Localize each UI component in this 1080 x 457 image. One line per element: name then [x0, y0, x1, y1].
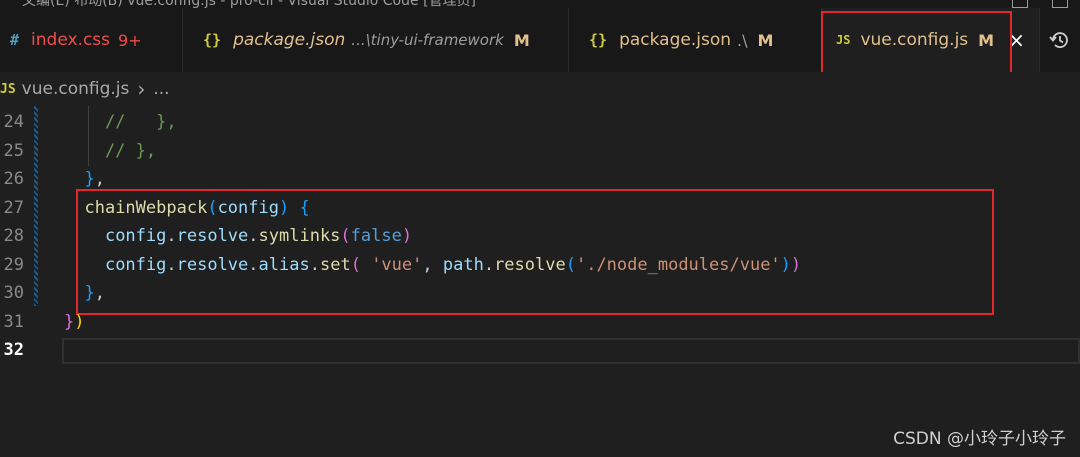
code-token: .	[309, 254, 320, 275]
code-token: path	[442, 254, 484, 275]
line-number: 31	[3, 311, 24, 332]
code-token: (	[340, 226, 351, 246]
active-tab-highlight-box	[821, 11, 1012, 78]
tab-path-description: .\	[737, 30, 748, 50]
css-file-icon: #	[10, 31, 20, 49]
code-token: .	[166, 254, 177, 275]
line-number: 32	[3, 340, 24, 360]
line-number: 28	[3, 226, 24, 246]
code-token: }	[64, 311, 75, 332]
code-token: )	[790, 254, 802, 275]
js-file-icon: JS	[0, 81, 16, 97]
code-token: )	[74, 311, 85, 332]
modified-marker: M	[513, 30, 530, 50]
code-token: .	[248, 254, 259, 275]
code-token: alias	[258, 254, 310, 275]
code-token: )	[780, 254, 791, 275]
code-token: {	[299, 197, 310, 218]
problem-count-badge: 9+	[118, 30, 142, 50]
code-token: resolve	[176, 254, 249, 275]
code-token: .	[483, 254, 495, 275]
code-token: resolve	[494, 254, 566, 275]
json-file-icon: {}	[203, 31, 222, 49]
chevron-right-icon: ›	[137, 77, 146, 101]
layout-icon-2[interactable]	[1052, 0, 1068, 8]
tab-package-json-root[interactable]: {} package.json .\ M	[569, 8, 822, 72]
code-token: }	[84, 283, 95, 303]
line-number: 26	[3, 169, 24, 189]
tab-label: index.css	[31, 30, 111, 50]
tab-label: package.json	[619, 30, 731, 50]
window-title: 文编(E) 布动(B) vue.config.js - pro-cli - Vi…	[22, 0, 476, 8]
code-token: chainWebpack	[84, 197, 208, 218]
breadcrumb-file[interactable]: vue.config.js	[22, 79, 130, 99]
code-token: }	[84, 169, 95, 189]
code-token: .	[248, 226, 259, 246]
code-line[interactable]: // },	[64, 141, 156, 161]
code-token: false	[350, 226, 402, 246]
code-token: symlinks	[258, 226, 341, 246]
code-token: )	[401, 226, 413, 246]
code-token: config	[104, 226, 167, 246]
code-token: )	[278, 197, 290, 218]
tab-bar: # index.css 9+ {} package.json ...\tiny-…	[0, 8, 1080, 78]
code-token: resolve	[176, 226, 249, 246]
code-line[interactable]: },	[64, 169, 105, 189]
line-number: 27	[3, 197, 24, 218]
history-icon[interactable]	[1040, 8, 1080, 72]
code-token: // },	[64, 112, 177, 132]
code-token: // },	[64, 140, 157, 161]
line-number: 30	[3, 283, 24, 303]
breadcrumb-symbol[interactable]: ...	[153, 79, 169, 99]
tab-package-json-framework[interactable]: {} package.json ...\tiny-ui-framework M	[183, 8, 569, 72]
tab-label: package.json	[233, 30, 346, 50]
code-token: config	[104, 254, 167, 275]
code-line[interactable]: config.resolve.symlinks(false)	[64, 226, 412, 246]
code-editor[interactable]: 24 // }, 25 // }, 26 }, 27 chainWebpack(con…	[0, 106, 1080, 457]
line-number: 29	[3, 254, 24, 275]
code-line[interactable]: chainWebpack(config) {	[64, 197, 310, 218]
code-token: (	[565, 254, 576, 275]
code-token: .	[166, 226, 177, 246]
layout-icon[interactable]	[1012, 0, 1028, 8]
json-file-icon: {}	[589, 31, 608, 49]
code-token: ,	[94, 169, 105, 189]
code-line[interactable]: })	[64, 312, 85, 332]
code-token: './node_modules/vue'	[575, 254, 781, 275]
line-number: 24	[3, 112, 24, 132]
code-token: ,	[422, 254, 443, 275]
current-line-highlight	[62, 338, 1080, 364]
code-token: ,	[94, 283, 105, 303]
tab-index-css[interactable]: # index.css 9+	[0, 8, 183, 72]
code-line[interactable]: config.resolve.alias.set( 'vue', path.re…	[64, 255, 801, 275]
code-line[interactable]: // },	[64, 112, 177, 132]
title-bar: 文编(E) 布动(B) vue.config.js - pro-cli - Vi…	[0, 0, 1080, 8]
line-number: 25	[3, 140, 24, 161]
code-token: 'vue'	[371, 254, 423, 275]
code-token: (	[207, 197, 218, 218]
code-token: config	[217, 197, 279, 218]
watermark: CSDN @小玲子小玲子	[893, 429, 1066, 449]
code-token: (	[350, 254, 361, 275]
code-token: set	[319, 254, 351, 275]
code-line[interactable]: },	[64, 283, 105, 303]
modified-marker: M	[757, 30, 774, 50]
tab-path-description: ...\tiny-ui-framework	[351, 31, 504, 49]
modified-lines-gutter	[34, 106, 38, 306]
